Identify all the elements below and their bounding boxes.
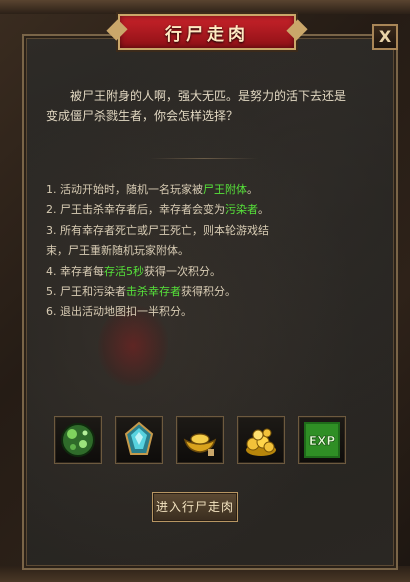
rule-highlight: 污染者: [225, 203, 258, 217]
exp-icon: EXP: [304, 422, 340, 458]
rule-line: 4. 幸存者每存活5秒获得一次积分。: [46, 264, 221, 278]
green-orb-icon: [61, 423, 95, 457]
window-frame: 行尸走肉 X 被尸王附身的人啊，强大无匹。是努力的活下去还是变成僵尸杀戮生者，你…: [0, 0, 410, 582]
reward-slot[interactable]: EXP: [298, 416, 346, 464]
rule-highlight: 存活5秒: [104, 264, 144, 278]
rule-line: 2. 尸王击杀幸存者后，幸存者会变为污染者。: [46, 203, 269, 217]
rule-line: 6. 退出活动地图扣一半积分。: [46, 305, 192, 319]
rule-line: 5. 尸王和污染者击杀幸存者获得积分。: [46, 285, 236, 299]
crystal-gem-icon: [124, 421, 154, 455]
rules-list: 1. 活动开始时，随机一名玩家被尸王附体。 2. 尸王击杀幸存者后，幸存者会变为…: [46, 180, 366, 323]
enter-event-button[interactable]: 进入行尸走肉: [152, 492, 238, 522]
gold-coins-icon: [246, 428, 276, 456]
reward-slot[interactable]: [237, 416, 285, 464]
exp-label: EXP: [309, 434, 335, 448]
intro-text: 被尸王附身的人啊，强大无匹。是努力的活下去还是变成僵尸杀戮生者，你会怎样选择？: [46, 89, 347, 123]
frame-top-border: [0, 0, 410, 14]
reward-slot[interactable]: [115, 416, 163, 464]
rule-highlight: 尸王附体: [203, 183, 247, 196]
reward-slots: EXP: [54, 416, 346, 464]
rule-line: 3. 所有幸存者死亡或尸王死亡，则本轮游戏结: [46, 223, 269, 237]
title-banner: 行尸走肉: [118, 14, 296, 50]
rule-highlight: 击杀幸存者: [126, 285, 181, 299]
reward-slot[interactable]: [176, 416, 224, 464]
close-button[interactable]: X: [372, 24, 398, 50]
rule-line: 束，尸王重新随机玩家附体。: [46, 244, 189, 258]
dialog-title: 行尸走肉: [165, 24, 249, 45]
reward-slot[interactable]: [54, 416, 102, 464]
rule-line: 1. 活动开始时，随机一名玩家被尸王附体。: [46, 183, 258, 196]
gold-ingot-icon: [183, 433, 217, 456]
divider: [150, 158, 258, 159]
